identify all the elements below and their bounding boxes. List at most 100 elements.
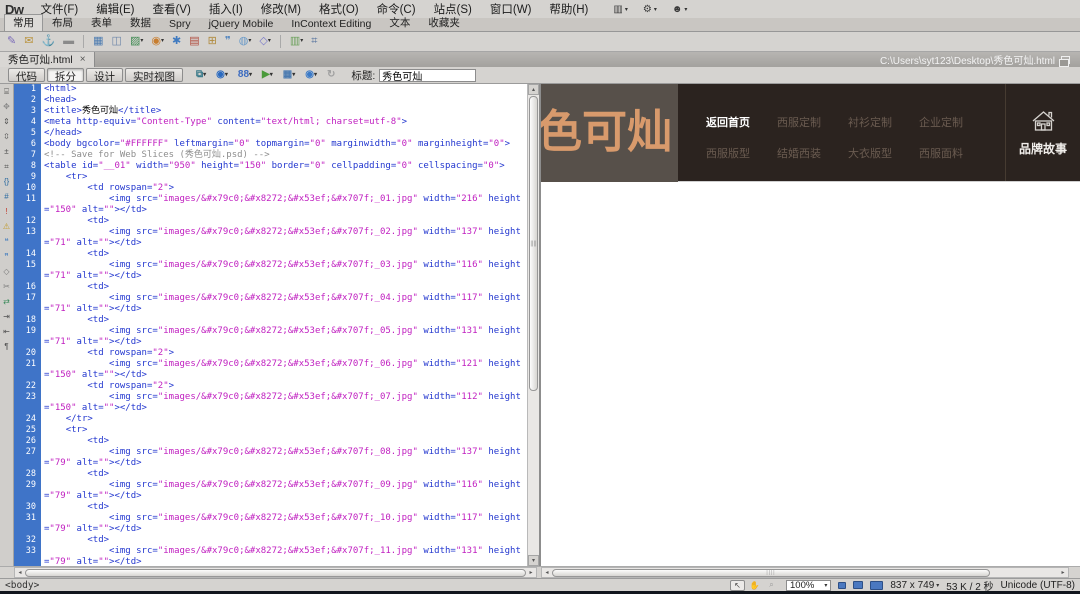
design-horizontal-scrollbar[interactable]: ◂ |||| ▸ xyxy=(541,567,1069,578)
open-documents-icon[interactable]: ⌸ xyxy=(4,87,9,96)
format-source-code-icon[interactable]: ¶ xyxy=(4,342,8,351)
phone-size-icon[interactable] xyxy=(838,582,846,589)
code-line-26[interactable]: 26 <td> xyxy=(14,436,527,447)
outdent-code-icon[interactable]: ⇤ xyxy=(3,327,10,336)
page-banner-preview[interactable]: 色可灿 返回首页西服定制衬衫定制企业定制西服版型结婚西装大衣版型西服面料 品牌故… xyxy=(541,84,1080,182)
gear-icon[interactable]: ⚙▾ xyxy=(643,4,657,15)
code-line-19[interactable]: 19 <img src="images/&#x79c0;&#x8272;&#x5… xyxy=(14,326,527,348)
menu-item-4[interactable]: 插入(I) xyxy=(200,1,252,17)
select-tool-icon[interactable]: ↖ xyxy=(730,580,745,591)
visual-aids-icon[interactable]: ▦▾ xyxy=(283,70,295,80)
insert-tab-jQuery Mobile[interactable]: jQuery Mobile xyxy=(200,17,283,31)
server-include-icon[interactable]: ⊞ xyxy=(208,36,217,47)
code-line-14[interactable]: 14 <td> xyxy=(14,249,527,260)
code-line-7[interactable]: 7<!-- Save for Web Slices (秀色可灿.psd) --> xyxy=(14,150,527,161)
code-line-30[interactable]: 30 <td> xyxy=(14,502,527,513)
site-logo[interactable]: 色可灿 xyxy=(541,84,678,182)
code-line-28[interactable]: 28 <td> xyxy=(14,469,527,480)
nav-link-西服定制[interactable]: 西服定制 xyxy=(775,114,823,130)
code-view[interactable]: 1<html>2<head>3<title>秀色可灿</title>4<meta… xyxy=(14,84,527,566)
hyperlink-icon[interactable]: ✎ xyxy=(7,36,16,47)
insert-div-icon[interactable]: ◫ xyxy=(112,36,122,47)
code-line-3[interactable]: 3<title>秀色可灿</title> xyxy=(14,106,527,117)
code-line-1[interactable]: 1<html> xyxy=(14,84,527,95)
nav-link-西服版型[interactable]: 西服版型 xyxy=(704,145,752,161)
zoom-level-select[interactable]: 100% ▾ xyxy=(786,580,831,591)
collapse-full-tag-icon[interactable]: ⇕ xyxy=(3,117,10,126)
code-line-6[interactable]: 6<body bgcolor="#FFFFFF" leftmargin="0" … xyxy=(14,139,527,150)
scroll-left-icon[interactable]: ◂ xyxy=(542,569,552,576)
tablet-size-icon[interactable] xyxy=(853,581,863,589)
menu-item-9[interactable]: 窗口(W) xyxy=(481,1,541,17)
code-navigator-icon[interactable]: ✥ xyxy=(3,102,10,111)
code-line-31[interactable]: 31 <img src="images/&#x79c0;&#x8272;&#x5… xyxy=(14,513,527,535)
remove-comment-icon[interactable]: ❞ xyxy=(4,252,8,261)
code-line-8[interactable]: 8<table id="__01" width="950" height="15… xyxy=(14,161,527,172)
code-horizontal-scrollbar[interactable]: ◂ ▸ xyxy=(14,567,537,578)
balance-braces-icon[interactable]: {} xyxy=(4,177,9,186)
insert-tab-文本[interactable]: 文本 xyxy=(380,14,419,31)
scroll-down-icon[interactable]: ▾ xyxy=(528,555,539,566)
line-numbers-icon[interactable]: # xyxy=(4,192,8,201)
move-css-icon[interactable]: ⇄ xyxy=(3,297,10,306)
view-button-代码[interactable]: 代码 xyxy=(8,68,45,82)
file-management-icon[interactable]: ⧉▾ xyxy=(196,70,206,80)
table-icon[interactable]: ▦ xyxy=(93,36,103,47)
horizontal-scroll-thumb[interactable] xyxy=(25,569,526,577)
scroll-up-icon[interactable]: ▴ xyxy=(528,84,539,95)
syntax-error-alerts-icon[interactable]: ⚠ xyxy=(3,222,10,231)
code-line-12[interactable]: 12 <td> xyxy=(14,216,527,227)
code-line-15[interactable]: 15 <img src="images/&#x79c0;&#x8272;&#x5… xyxy=(14,260,527,282)
indent-code-icon[interactable]: ⇥ xyxy=(3,312,10,321)
code-line-20[interactable]: 20 <td rowspan="2"> xyxy=(14,348,527,359)
code-line-29[interactable]: 29 <img src="images/&#x79c0;&#x8272;&#x5… xyxy=(14,480,527,502)
media-icon[interactable]: ◉▾ xyxy=(151,36,164,47)
nav-link-大衣版型[interactable]: 大衣版型 xyxy=(846,145,894,161)
code-line-32[interactable]: 32 <td> xyxy=(14,535,527,546)
insert-tab-数据[interactable]: 数据 xyxy=(121,14,160,31)
date-icon[interactable]: ▤ xyxy=(189,36,199,47)
hand-tool-icon[interactable]: ✋ xyxy=(747,580,762,591)
vertical-scroll-thumb[interactable]: |||| xyxy=(529,96,538,391)
code-line-4[interactable]: 4<meta http-equiv="Content-Type" content… xyxy=(14,117,527,128)
insert-tab-常用[interactable]: 常用 xyxy=(4,14,43,31)
brand-story-nav[interactable]: 品牌故事 xyxy=(1006,84,1080,181)
insert-tab-收藏夹[interactable]: 收藏夹 xyxy=(419,14,469,31)
menu-item-10[interactable]: 帮助(H) xyxy=(540,1,597,17)
code-line-2[interactable]: 2<head> xyxy=(14,95,527,106)
code-line-24[interactable]: 24 </tr> xyxy=(14,414,527,425)
code-line-33[interactable]: 33 <img src="images/&#x79c0;&#x8272;&#x5… xyxy=(14,546,527,566)
code-line-25[interactable]: 25 <tr> xyxy=(14,425,527,436)
email-link-icon[interactable]: ✉ xyxy=(24,36,33,47)
code-line-16[interactable]: 16 <td> xyxy=(14,282,527,293)
insert-tab-表单[interactable]: 表单 xyxy=(82,14,121,31)
select-parent-tag-icon[interactable]: ⌗ xyxy=(4,162,9,171)
nav-link-衬衫定制[interactable]: 衬衫定制 xyxy=(846,114,894,130)
tag-chooser-icon[interactable]: ⌗ xyxy=(311,36,317,47)
design-view[interactable]: 色可灿 返回首页西服定制衬衫定制企业定制西服版型结婚西装大衣版型西服面料 品牌故… xyxy=(541,84,1080,566)
validate-markup-icon[interactable]: ▶▾ xyxy=(262,70,273,80)
nav-link-企业定制[interactable]: 企业定制 xyxy=(917,114,965,130)
widget-icon[interactable]: ✱ xyxy=(172,36,181,47)
images-icon[interactable]: ▨▾ xyxy=(130,36,143,47)
script-icon[interactable]: ◇▾ xyxy=(259,36,270,47)
recent-snippets-icon[interactable]: ✂ xyxy=(3,282,10,291)
menu-item-6[interactable]: 格式(O) xyxy=(310,1,368,17)
preview-in-browser-icon[interactable]: ◉▾ xyxy=(216,70,228,80)
document-tab[interactable]: 秀色可灿.html × xyxy=(0,52,95,67)
insert-tab-InContext Editing[interactable]: InContext Editing xyxy=(282,17,380,31)
encoding-indicator[interactable]: Unicode (UTF-8) xyxy=(1001,580,1075,591)
insert-tab-布局[interactable]: 布局 xyxy=(43,14,82,31)
apply-comment-icon[interactable]: ❝ xyxy=(4,237,8,246)
head-icon[interactable]: ◍▾ xyxy=(239,36,252,47)
code-vertical-scrollbar[interactable]: ▴ |||| ▾ xyxy=(527,84,539,566)
tag-selector-body[interactable]: <body> xyxy=(5,580,39,591)
horizontal-scroll-thumb[interactable]: |||| xyxy=(552,569,990,577)
code-line-9[interactable]: 9 <tr> xyxy=(14,172,527,183)
collapse-selection-icon[interactable]: ⇳ xyxy=(3,132,10,141)
code-line-22[interactable]: 22 <td rowspan="2"> xyxy=(14,381,527,392)
scroll-left-icon[interactable]: ◂ xyxy=(15,569,25,576)
menu-item-5[interactable]: 修改(M) xyxy=(252,1,310,17)
code-line-17[interactable]: 17 <img src="images/&#x79c0;&#x8272;&#x5… xyxy=(14,293,527,315)
view-button-拆分[interactable]: 拆分 xyxy=(47,68,84,82)
